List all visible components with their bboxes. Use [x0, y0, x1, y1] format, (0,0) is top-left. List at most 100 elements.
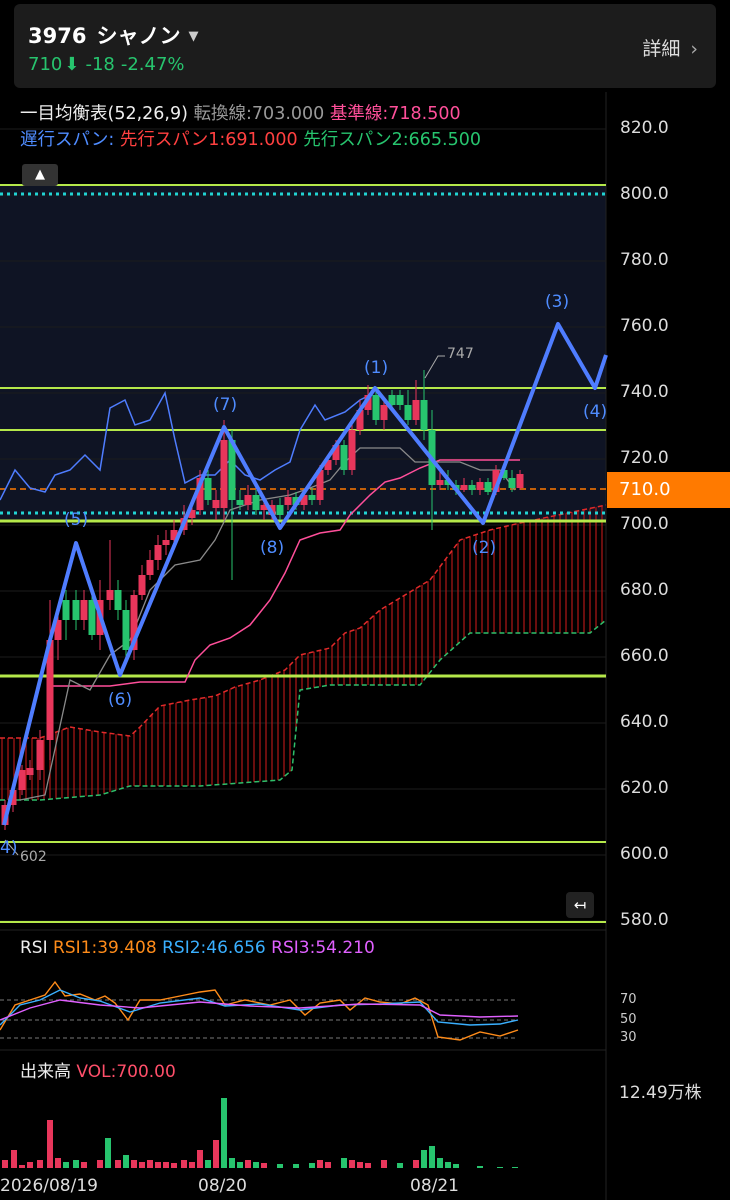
price-axis-label: 600.0: [620, 844, 669, 864]
volume-bar: [155, 1162, 161, 1168]
volume-bar: [131, 1160, 137, 1168]
rsi1-line: [0, 980, 519, 1041]
candle-body: [436, 480, 444, 485]
candle-body: [460, 485, 468, 490]
stock-name: シャノン: [96, 24, 181, 48]
volume-bar: [2, 1160, 8, 1168]
candle-body: [404, 405, 412, 420]
price-axis-label: 680.0: [620, 580, 669, 600]
candle-body: [18, 770, 26, 790]
candle-body: [468, 485, 476, 490]
dropdown-icon[interactable]: ▼: [188, 29, 198, 44]
volume-bar: [277, 1164, 283, 1168]
stock-header[interactable]: 3976 シャノン ▼ 710 ⬇ -18 -2.47% 詳細 ›: [14, 4, 716, 88]
volume-legend: 出来高 VOL:700.00: [20, 1057, 176, 1082]
volume-bar: [11, 1150, 17, 1168]
volume-bar: [123, 1155, 129, 1168]
volume-bar: [261, 1163, 267, 1168]
detail-button[interactable]: 詳細 ›: [642, 34, 698, 61]
wave-label: (7): [213, 395, 238, 415]
ticker-title[interactable]: 3976 シャノン ▼: [28, 20, 198, 50]
rsi-level-label: 70: [620, 992, 637, 1007]
time-axis-label: 08/21: [410, 1176, 459, 1196]
volume-bar: [245, 1160, 251, 1168]
volume-bar: [437, 1158, 443, 1168]
senkou-span2-line: [0, 619, 607, 801]
ichimoku-title: 一目均衡表(52,26,9): [20, 104, 188, 124]
volume-bar: [189, 1162, 195, 1168]
kijun-value: 基準線:718.500: [329, 104, 461, 124]
price-change: -18: [85, 54, 115, 75]
candle-body: [244, 495, 252, 505]
volume-bar: [497, 1167, 503, 1168]
volume-bar: [309, 1163, 315, 1168]
volume-bar: [349, 1160, 355, 1168]
wave-label: (1): [364, 358, 389, 378]
collapse-up-button[interactable]: ▲: [22, 164, 58, 186]
candle-body: [516, 474, 524, 488]
senkou1-value: 先行スパン1:691.000: [119, 130, 298, 150]
chevron-right-icon: ›: [690, 38, 698, 60]
candle-body: [412, 400, 420, 420]
price-axis-label: 720.0: [620, 448, 669, 468]
volume-bar: [365, 1163, 371, 1168]
volume-value: VOL:700.00: [76, 1062, 176, 1082]
candle-body: [220, 440, 228, 508]
quote-line: 710 ⬇ -18 -2.47%: [28, 54, 191, 75]
candle-body: [162, 540, 170, 545]
chikou-label: 遅行スパン:: [20, 130, 115, 150]
candle-body: [380, 405, 388, 420]
price-axis-label: 820.0: [620, 118, 669, 138]
volume-bar: [97, 1160, 103, 1168]
volume-bar: [139, 1162, 145, 1168]
volume-max-label: 12.49万株: [619, 1083, 702, 1103]
volume-bar: [197, 1150, 203, 1168]
price-axis-label: 620.0: [620, 778, 669, 798]
rsi-title: RSI: [20, 938, 48, 958]
volume-bar: [421, 1150, 427, 1168]
volume-bar: [81, 1162, 87, 1168]
volume-bar: [397, 1163, 403, 1168]
candle-body: [36, 740, 44, 770]
candle-body: [80, 600, 88, 620]
candle-body: [372, 395, 380, 420]
volume-bar: [253, 1162, 259, 1168]
candle-body: [476, 482, 484, 490]
volume-bar: [213, 1140, 219, 1168]
last-price: 710: [28, 54, 63, 75]
candle-body: [62, 600, 70, 620]
candle-body: [114, 590, 122, 610]
candle-body: [26, 768, 34, 775]
scroll-back-button[interactable]: ↤: [566, 892, 594, 918]
volume-bar: [37, 1160, 43, 1168]
time-axis-label: 2026/08/19: [0, 1176, 98, 1196]
candle-body: [106, 590, 114, 600]
candle-body: [340, 445, 348, 470]
volume-bar: [445, 1162, 451, 1168]
volume-bar: [63, 1162, 69, 1168]
candle-body: [396, 395, 404, 405]
volume-bar: [163, 1162, 169, 1168]
wave-label: (4): [583, 402, 608, 422]
rsi-legend: RSI RSI1:39.408 RSI2:46.656 RSI3:54.210: [20, 938, 375, 958]
volume-bar: [453, 1164, 459, 1168]
volume-bar: [147, 1160, 153, 1168]
wave-label: (2): [472, 538, 497, 558]
time-axis-label: 08/20: [198, 1176, 247, 1196]
tenkan-value: 転換線:703.000: [193, 104, 325, 124]
volume-bar: [512, 1167, 518, 1168]
stock-code: 3976: [28, 24, 87, 48]
candle-body: [138, 575, 146, 595]
volume-bar: [341, 1158, 347, 1168]
highlight-zone: [0, 186, 606, 520]
high-price-label: 747: [447, 346, 474, 362]
candle-body: [276, 505, 284, 515]
volume-bar: [293, 1164, 299, 1168]
volume-bar: [229, 1158, 235, 1168]
rsi3-value: RSI3:54.210: [271, 938, 375, 958]
candle-body: [484, 482, 492, 492]
price-axis-label: 700.0: [620, 514, 669, 534]
volume-title: 出来高: [20, 1062, 71, 1082]
wave-label: (3): [545, 292, 570, 312]
price-axis-label: 740.0: [620, 382, 669, 402]
